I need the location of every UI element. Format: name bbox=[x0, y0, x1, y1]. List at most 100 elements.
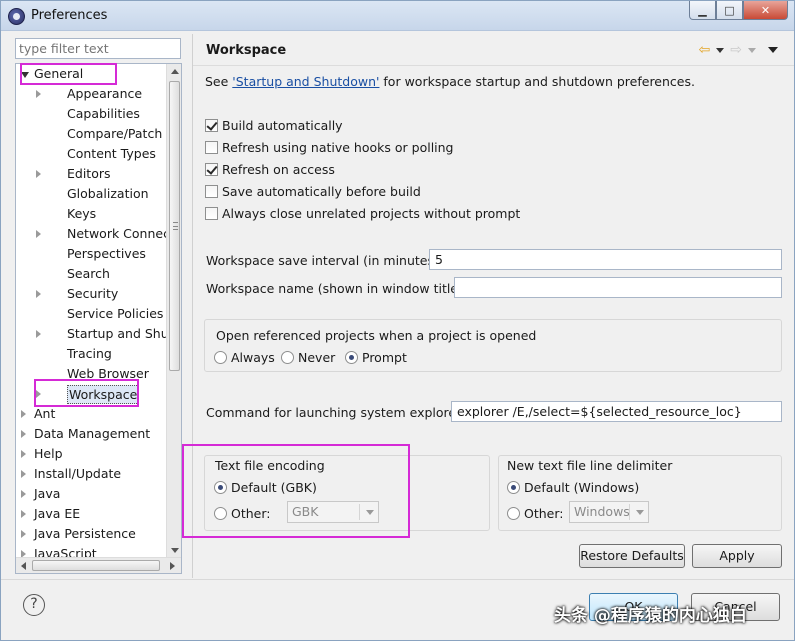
filter-input[interactable] bbox=[15, 38, 181, 59]
close-unrelated-checkbox[interactable]: Always close unrelated projects without … bbox=[205, 206, 520, 221]
tree-item-label: Search bbox=[67, 266, 110, 281]
checkbox-unchecked-icon[interactable] bbox=[205, 207, 218, 220]
startup-note-prefix: See bbox=[205, 74, 233, 89]
title-bar: Preferences ▁ □ ✕ bbox=[1, 1, 794, 31]
explorer-command-input[interactable]: explorer /E,/select=${selected_resource_… bbox=[451, 401, 782, 422]
maximize-icon: □ bbox=[724, 3, 735, 17]
forward-arrow-icon[interactable]: ⇨ bbox=[730, 42, 742, 58]
scroll-down-icon[interactable] bbox=[171, 548, 179, 553]
delimiter-other-radio[interactable]: Other: bbox=[507, 506, 563, 521]
scroll-up-icon[interactable] bbox=[171, 69, 179, 74]
save-interval-label: Workspace save interval (in minutes): bbox=[206, 253, 444, 268]
never-radio[interactable]: Never bbox=[281, 350, 335, 365]
save-interval-input[interactable]: 5 bbox=[429, 249, 782, 270]
build-automatically-label: Build automatically bbox=[222, 118, 343, 133]
back-menu-caret-icon[interactable] bbox=[716, 47, 725, 53]
explorer-command-label: Command for launching system explorer: bbox=[206, 405, 466, 420]
checkbox-checked-icon[interactable] bbox=[205, 163, 218, 176]
refresh-native-hooks-checkbox[interactable]: Refresh using native hooks or polling bbox=[205, 140, 454, 155]
tree-item-label: Service Policies bbox=[67, 306, 164, 321]
collapsed-twisty-icon[interactable] bbox=[21, 470, 26, 478]
tree-item-label: Help bbox=[34, 446, 63, 461]
horizontal-scroll-thumb[interactable] bbox=[32, 560, 160, 571]
scroll-left-icon[interactable] bbox=[21, 562, 26, 570]
chevron-down-icon[interactable] bbox=[636, 510, 644, 515]
never-label: Never bbox=[298, 350, 336, 365]
collapsed-twisty-icon[interactable] bbox=[36, 170, 41, 178]
tree-item-label: Network Connecti bbox=[67, 226, 179, 241]
minimize-icon: ▁ bbox=[698, 3, 707, 17]
collapsed-twisty-icon[interactable] bbox=[36, 90, 41, 98]
header-separator bbox=[193, 65, 794, 66]
collapsed-twisty-icon[interactable] bbox=[21, 530, 26, 538]
tree-horizontal-scrollbar[interactable] bbox=[16, 557, 181, 573]
close-unrelated-label: Always close unrelated projects without … bbox=[222, 206, 521, 221]
tree-item-label: Security bbox=[67, 286, 119, 301]
open-referenced-group: Open referenced projects when a project … bbox=[204, 319, 782, 372]
footer-separator bbox=[1, 579, 794, 580]
prompt-radio[interactable]: Prompt bbox=[345, 350, 407, 365]
view-menu-icon[interactable] bbox=[768, 47, 778, 53]
help-icon[interactable]: ? bbox=[23, 594, 45, 616]
vertical-scroll-thumb[interactable] bbox=[169, 81, 180, 371]
tree-item-label: Data Management bbox=[34, 426, 151, 441]
tree-vertical-scrollbar[interactable] bbox=[166, 64, 181, 558]
left-pane: GeneralAppearanceCapabilitiesCompare/Pat… bbox=[9, 34, 186, 578]
close-button[interactable]: ✕ bbox=[743, 1, 788, 20]
always-radio[interactable]: Always bbox=[214, 350, 275, 365]
checkbox-unchecked-icon[interactable] bbox=[205, 141, 218, 154]
minimize-button[interactable]: ▁ bbox=[689, 1, 716, 20]
prompt-label: Prompt bbox=[362, 350, 407, 365]
tree-item-label: Java bbox=[34, 486, 61, 501]
highlight-text-encoding bbox=[182, 444, 410, 538]
delimiter-combo[interactable]: Windows bbox=[569, 501, 649, 523]
collapsed-twisty-icon[interactable] bbox=[21, 450, 26, 458]
back-arrow-icon[interactable]: ⇦ bbox=[699, 42, 711, 58]
radio-selected-icon[interactable] bbox=[507, 481, 520, 494]
eclipse-icon bbox=[8, 8, 25, 25]
startup-note: See 'Startup and Shutdown' for workspace… bbox=[205, 74, 695, 89]
open-referenced-label: Open referenced projects when a project … bbox=[216, 328, 537, 343]
watermark: 头条 @程序猿的内心独白 bbox=[554, 606, 747, 626]
delimiter-default-label: Default (Windows) bbox=[524, 480, 640, 495]
startup-shutdown-link[interactable]: 'Startup and Shutdown' bbox=[232, 74, 379, 89]
delimiter-default-radio[interactable]: Default (Windows) bbox=[507, 480, 639, 495]
collapsed-twisty-icon[interactable] bbox=[21, 510, 26, 518]
line-delimiter-group: New text file line delimiter Default (Wi… bbox=[498, 455, 782, 531]
collapsed-twisty-icon[interactable] bbox=[21, 490, 26, 498]
collapsed-twisty-icon[interactable] bbox=[21, 430, 26, 438]
build-automatically-checkbox[interactable]: Build automatically bbox=[205, 118, 343, 133]
radio-unselected-icon[interactable] bbox=[214, 351, 227, 364]
close-icon: ✕ bbox=[760, 3, 771, 17]
tree-item-label: Compare/Patch bbox=[67, 126, 163, 141]
radio-selected-icon[interactable] bbox=[345, 351, 358, 364]
forward-menu-caret-icon[interactable] bbox=[748, 47, 756, 53]
refresh-on-access-label: Refresh on access bbox=[222, 162, 335, 177]
maximize-button[interactable]: □ bbox=[716, 1, 743, 20]
checkbox-unchecked-icon[interactable] bbox=[205, 185, 218, 198]
collapsed-twisty-icon[interactable] bbox=[36, 290, 41, 298]
checkbox-checked-icon[interactable] bbox=[205, 119, 218, 132]
tree-item-label: Appearance bbox=[67, 86, 143, 101]
always-label: Always bbox=[231, 350, 275, 365]
radio-unselected-icon[interactable] bbox=[507, 507, 520, 520]
tree-item-label: Ant bbox=[34, 406, 56, 421]
tree-item-label: Install/Update bbox=[34, 466, 122, 481]
radio-unselected-icon[interactable] bbox=[281, 351, 294, 364]
startup-note-suffix: for workspace startup and shutdown prefe… bbox=[379, 74, 695, 89]
scroll-right-icon[interactable] bbox=[170, 562, 175, 570]
window-controls: ▁ □ ✕ bbox=[689, 1, 788, 21]
refresh-on-access-checkbox[interactable]: Refresh on access bbox=[205, 162, 335, 177]
preferences-window: Preferences ▁ □ ✕ GeneralAppearanceCapab… bbox=[0, 0, 795, 641]
collapsed-twisty-icon[interactable] bbox=[21, 410, 26, 418]
save-before-build-checkbox[interactable]: Save automatically before build bbox=[205, 184, 421, 199]
collapsed-twisty-icon[interactable] bbox=[36, 330, 41, 338]
apply-button[interactable]: Apply bbox=[692, 544, 782, 568]
tree-item-label: Startup and Shutd bbox=[67, 326, 182, 341]
page-title: Workspace bbox=[206, 43, 287, 58]
restore-defaults-button[interactable]: Restore Defaults bbox=[579, 544, 685, 568]
tree-item-label: Keys bbox=[67, 206, 97, 221]
collapsed-twisty-icon[interactable] bbox=[36, 230, 41, 238]
workspace-name-input[interactable] bbox=[454, 277, 782, 298]
highlight-general bbox=[20, 63, 117, 85]
